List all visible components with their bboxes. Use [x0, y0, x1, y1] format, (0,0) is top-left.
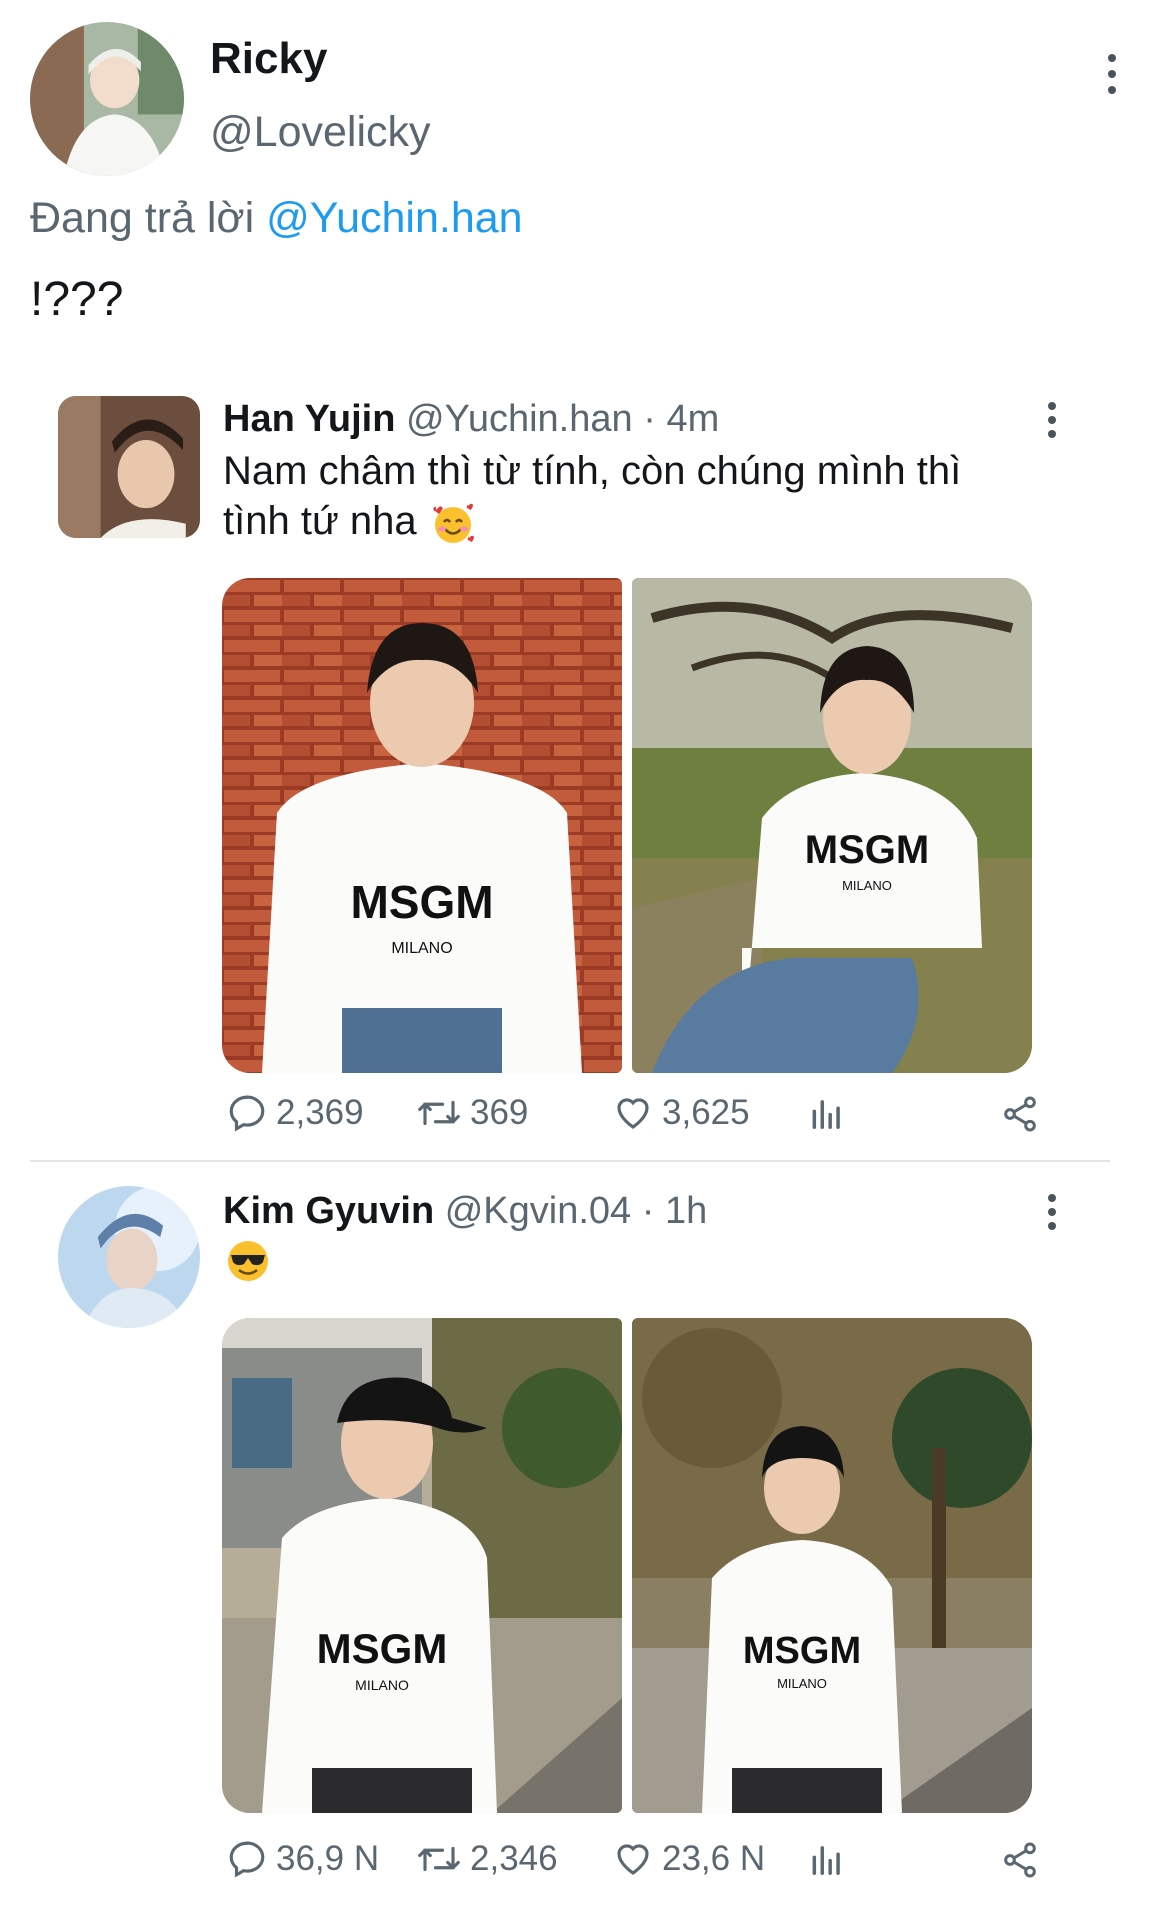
- replying-to-label: Đang trả lời: [30, 194, 255, 242]
- tweet-header: Han Yujin @Yuchin.han · 4m: [223, 398, 719, 441]
- like-count: 23,6 N: [662, 1839, 766, 1878]
- avatar-kim-gyuvin[interactable]: [58, 1186, 200, 1328]
- timestamp[interactable]: 4m: [666, 398, 719, 440]
- replying-to: Đang trả lời @Yuchin.han: [30, 194, 523, 243]
- more-options-icon[interactable]: [1042, 1194, 1062, 1230]
- tweet-header: Kim Gyuvin @Kgvin.04 · 1h: [223, 1190, 707, 1233]
- analytics-icon: [812, 1100, 840, 1129]
- analytics-button[interactable]: [808, 1840, 846, 1878]
- reply-icon: [229, 1841, 265, 1878]
- tweet-text: Nam châm thì từ tính, còn chúng mình thì…: [223, 446, 1083, 548]
- media-grid: MSGM MILANO MSGM MILANO: [222, 578, 1032, 1073]
- reply-count: 36,9 N: [276, 1839, 380, 1878]
- media-grid: MSGM MILANO MSGM MILANO: [222, 1318, 1032, 1813]
- photo-image: MSGM MILANO: [222, 1318, 622, 1813]
- retweet-count: 369: [470, 1093, 529, 1132]
- author-handle[interactable]: @Yuchin.han: [406, 398, 633, 440]
- like-button[interactable]: 3,625: [612, 1092, 750, 1134]
- retweet-count: 2,346: [470, 1839, 558, 1878]
- more-options-icon[interactable]: [1102, 54, 1122, 94]
- heart-icon: [617, 1844, 649, 1875]
- tweet-text: [223, 1236, 273, 1291]
- tweet-text-segment: tình tứ nha: [223, 499, 417, 543]
- reply-button[interactable]: 36,9 N: [226, 1838, 379, 1880]
- author-name[interactable]: Kim Gyuvin: [223, 1190, 434, 1232]
- shirt-print: MSGM: [350, 876, 493, 928]
- tweet-text-line: Nam châm thì từ tính, còn chúng mình thì: [223, 449, 962, 493]
- tweet-text-line: tình tứ nha: [223, 496, 1083, 548]
- share-icon: [1004, 1096, 1036, 1132]
- share-button[interactable]: [1000, 1840, 1040, 1880]
- separator: ·: [641, 1190, 655, 1232]
- avatar-image: [58, 396, 200, 538]
- retweet-button[interactable]: 2,346: [416, 1838, 558, 1880]
- retweet-icon: [418, 1846, 460, 1872]
- timestamp[interactable]: 1h: [665, 1190, 707, 1232]
- like-count: 3,625: [662, 1093, 750, 1132]
- photo-image: MSGM MILANO: [632, 1318, 1032, 1813]
- photo-brick-wall[interactable]: MSGM MILANO: [222, 578, 622, 1073]
- author-name[interactable]: Ricky: [210, 34, 327, 84]
- replying-to-handle[interactable]: @Yuchin.han: [266, 194, 522, 242]
- author-handle[interactable]: @Lovelicky: [210, 108, 431, 157]
- shirt-print: MSGM: [805, 828, 929, 872]
- author-handle[interactable]: @Kgvin.04: [445, 1190, 631, 1232]
- smiling-face-with-hearts-icon: [433, 504, 474, 544]
- reply-icon: [229, 1095, 265, 1132]
- photo-park-sitting[interactable]: MSGM MILANO: [632, 578, 1032, 1073]
- analytics-icon: [812, 1846, 840, 1875]
- separator: ·: [643, 398, 656, 440]
- analytics-button[interactable]: [808, 1094, 846, 1132]
- retweet-icon: [418, 1100, 460, 1126]
- avatar-han-yujin[interactable]: [58, 396, 200, 538]
- divider: [30, 1160, 1110, 1162]
- shirt-print: MSGM: [317, 1625, 448, 1672]
- reply-count: 2,369: [276, 1093, 364, 1132]
- photo-image: MSGM MILANO: [632, 578, 1032, 1073]
- avatar-image: [58, 1186, 200, 1328]
- share-button[interactable]: [1000, 1094, 1040, 1134]
- photo-image: MSGM MILANO: [222, 578, 622, 1073]
- avatar-ricky[interactable]: [30, 22, 184, 176]
- retweet-button[interactable]: 369: [416, 1092, 528, 1134]
- photo-trees-cap[interactable]: MSGM MILANO: [632, 1318, 1032, 1813]
- more-options-icon[interactable]: [1042, 402, 1062, 438]
- smiling-face-with-sunglasses-icon: [228, 1241, 268, 1281]
- like-button[interactable]: 23,6 N: [612, 1838, 765, 1880]
- share-icon: [1004, 1842, 1036, 1878]
- author-name[interactable]: Han Yujin: [223, 398, 395, 440]
- shirt-print-sub: MILANO: [391, 940, 452, 957]
- photo-building-cap[interactable]: MSGM MILANO: [222, 1318, 622, 1813]
- shirt-print-sub: MILANO: [355, 1677, 409, 1693]
- shirt-print: MSGM: [743, 1630, 861, 1672]
- tweet-text: !???: [30, 273, 124, 326]
- heart-icon: [617, 1098, 649, 1129]
- shirt-print-sub: MILANO: [777, 1676, 827, 1691]
- reply-button[interactable]: 2,369: [226, 1092, 364, 1134]
- avatar-image: [30, 22, 184, 176]
- shirt-print-sub: MILANO: [842, 878, 892, 893]
